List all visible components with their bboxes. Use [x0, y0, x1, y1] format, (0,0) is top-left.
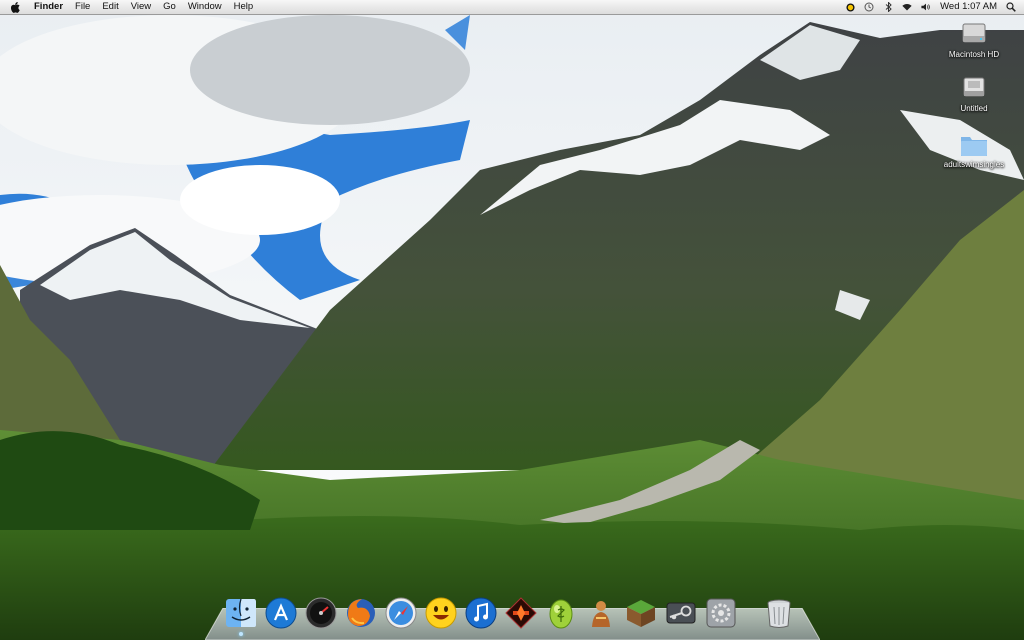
safari-icon — [385, 597, 417, 629]
menu-help[interactable]: Help — [228, 0, 260, 14]
character-icon — [592, 601, 610, 627]
menu-app-name[interactable]: Finder — [28, 0, 69, 14]
dock-item-trash[interactable] — [760, 594, 798, 632]
running-indicator — [239, 632, 243, 636]
diablo-icon — [505, 597, 537, 629]
dock-item-messenger[interactable] — [422, 594, 460, 632]
dock-item-safari[interactable] — [382, 594, 420, 632]
desktop-icon-folder[interactable]: adultswimsingles — [934, 132, 1014, 169]
desktop-wallpaper — [0, 0, 1024, 640]
spotlight-icon[interactable] — [1006, 2, 1016, 12]
dashboard-icon — [305, 597, 337, 629]
finder-icon — [226, 598, 256, 627]
hard-drive-icon — [962, 23, 986, 43]
system-preferences-icon — [706, 598, 736, 628]
dock-separator — [742, 594, 758, 632]
steam-icon — [666, 602, 696, 624]
app-store-icon — [265, 597, 297, 629]
menu-clock[interactable]: Wed 1:07 AM — [940, 0, 997, 14]
apple-menu-icon[interactable] — [8, 0, 22, 14]
dock-item-system-preferences[interactable] — [702, 594, 740, 632]
dock-item-diablo[interactable] — [502, 594, 540, 632]
menu-window[interactable]: Window — [182, 0, 228, 14]
menu-file[interactable]: File — [69, 0, 96, 14]
minecraft-icon — [627, 600, 655, 627]
dock-item-dashboard[interactable] — [302, 594, 340, 632]
menu-edit[interactable]: Edit — [96, 0, 124, 14]
itunes-icon — [465, 597, 497, 629]
dock-item-egg[interactable] — [542, 594, 580, 632]
menu-view[interactable]: View — [125, 0, 157, 14]
dock — [222, 588, 798, 636]
disk-icon — [963, 77, 985, 97]
firefox-icon — [347, 599, 375, 627]
egg-icon — [549, 599, 573, 629]
bluetooth-icon[interactable] — [883, 2, 893, 12]
desktop-icon-untitled[interactable]: Untitled — [934, 72, 1014, 113]
dock-item-finder[interactable] — [222, 594, 260, 636]
desktop-icon-label: Untitled — [960, 104, 988, 113]
dock-item-steam[interactable] — [662, 594, 700, 632]
volume-icon[interactable] — [921, 2, 931, 12]
smiley-icon — [425, 597, 457, 629]
dock-item-firefox[interactable] — [342, 594, 380, 632]
menu-go[interactable]: Go — [157, 0, 182, 14]
desktop-icon-label: Macintosh HD — [948, 50, 1000, 59]
status-dot-icon[interactable] — [845, 2, 855, 12]
desktop-icon-label: adultswimsingles — [943, 160, 1005, 169]
menu-bar: Finder File Edit View Go Window Help Wed… — [0, 0, 1024, 15]
dock-item-character[interactable] — [582, 594, 620, 632]
dock-item-app-store[interactable] — [262, 594, 300, 632]
dock-item-itunes[interactable] — [462, 594, 500, 632]
time-machine-icon[interactable] — [864, 2, 874, 12]
trash-icon — [767, 599, 791, 628]
folder-icon — [961, 137, 987, 156]
desktop-icon-macintosh-hd[interactable]: Macintosh HD — [934, 18, 1014, 59]
dock-item-minecraft[interactable] — [622, 594, 660, 632]
wifi-icon[interactable] — [902, 2, 912, 12]
